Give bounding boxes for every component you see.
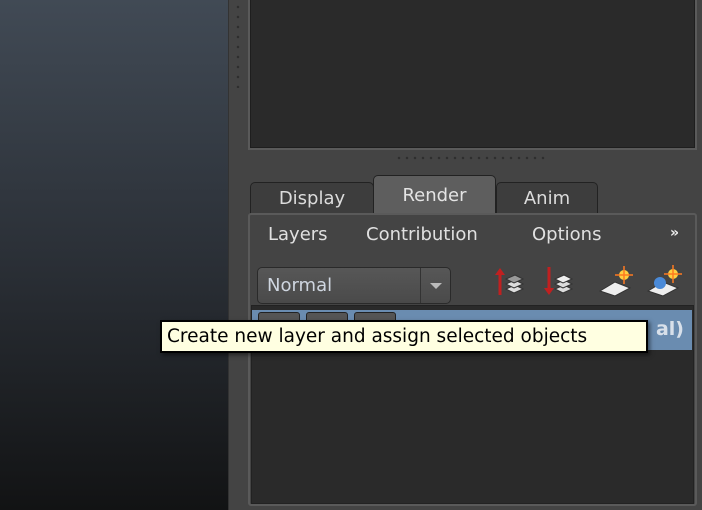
create-empty-layer-icon[interactable] <box>597 263 635 301</box>
menu-layers[interactable]: Layers <box>268 224 328 245</box>
tab-display[interactable]: Display <box>250 182 374 214</box>
layer-mode-dropdown[interactable]: Normal <box>257 267 451 304</box>
vertical-resize-grip[interactable] <box>236 2 240 88</box>
move-layer-down-icon[interactable] <box>541 263 579 301</box>
chevron-down-icon[interactable] <box>420 268 450 303</box>
create-layer-from-selected-icon[interactable] <box>645 263 683 301</box>
channel-box-panel <box>248 0 697 150</box>
dropdown-value: Normal <box>267 275 333 296</box>
move-layer-up-icon[interactable] <box>492 263 530 301</box>
menu-contribution[interactable]: Contribution <box>366 224 478 245</box>
menu-options[interactable]: Options <box>532 224 601 245</box>
tab-render[interactable]: Render <box>373 175 496 214</box>
menu-overflow-button[interactable]: » <box>670 225 679 241</box>
layer-name: al) <box>655 318 684 340</box>
tab-anim[interactable]: Anim <box>496 182 598 214</box>
tooltip: Create new layer and assign selected obj… <box>160 320 648 353</box>
3d-viewport[interactable] <box>0 0 228 510</box>
horizontal-resize-grip[interactable] <box>395 156 545 160</box>
